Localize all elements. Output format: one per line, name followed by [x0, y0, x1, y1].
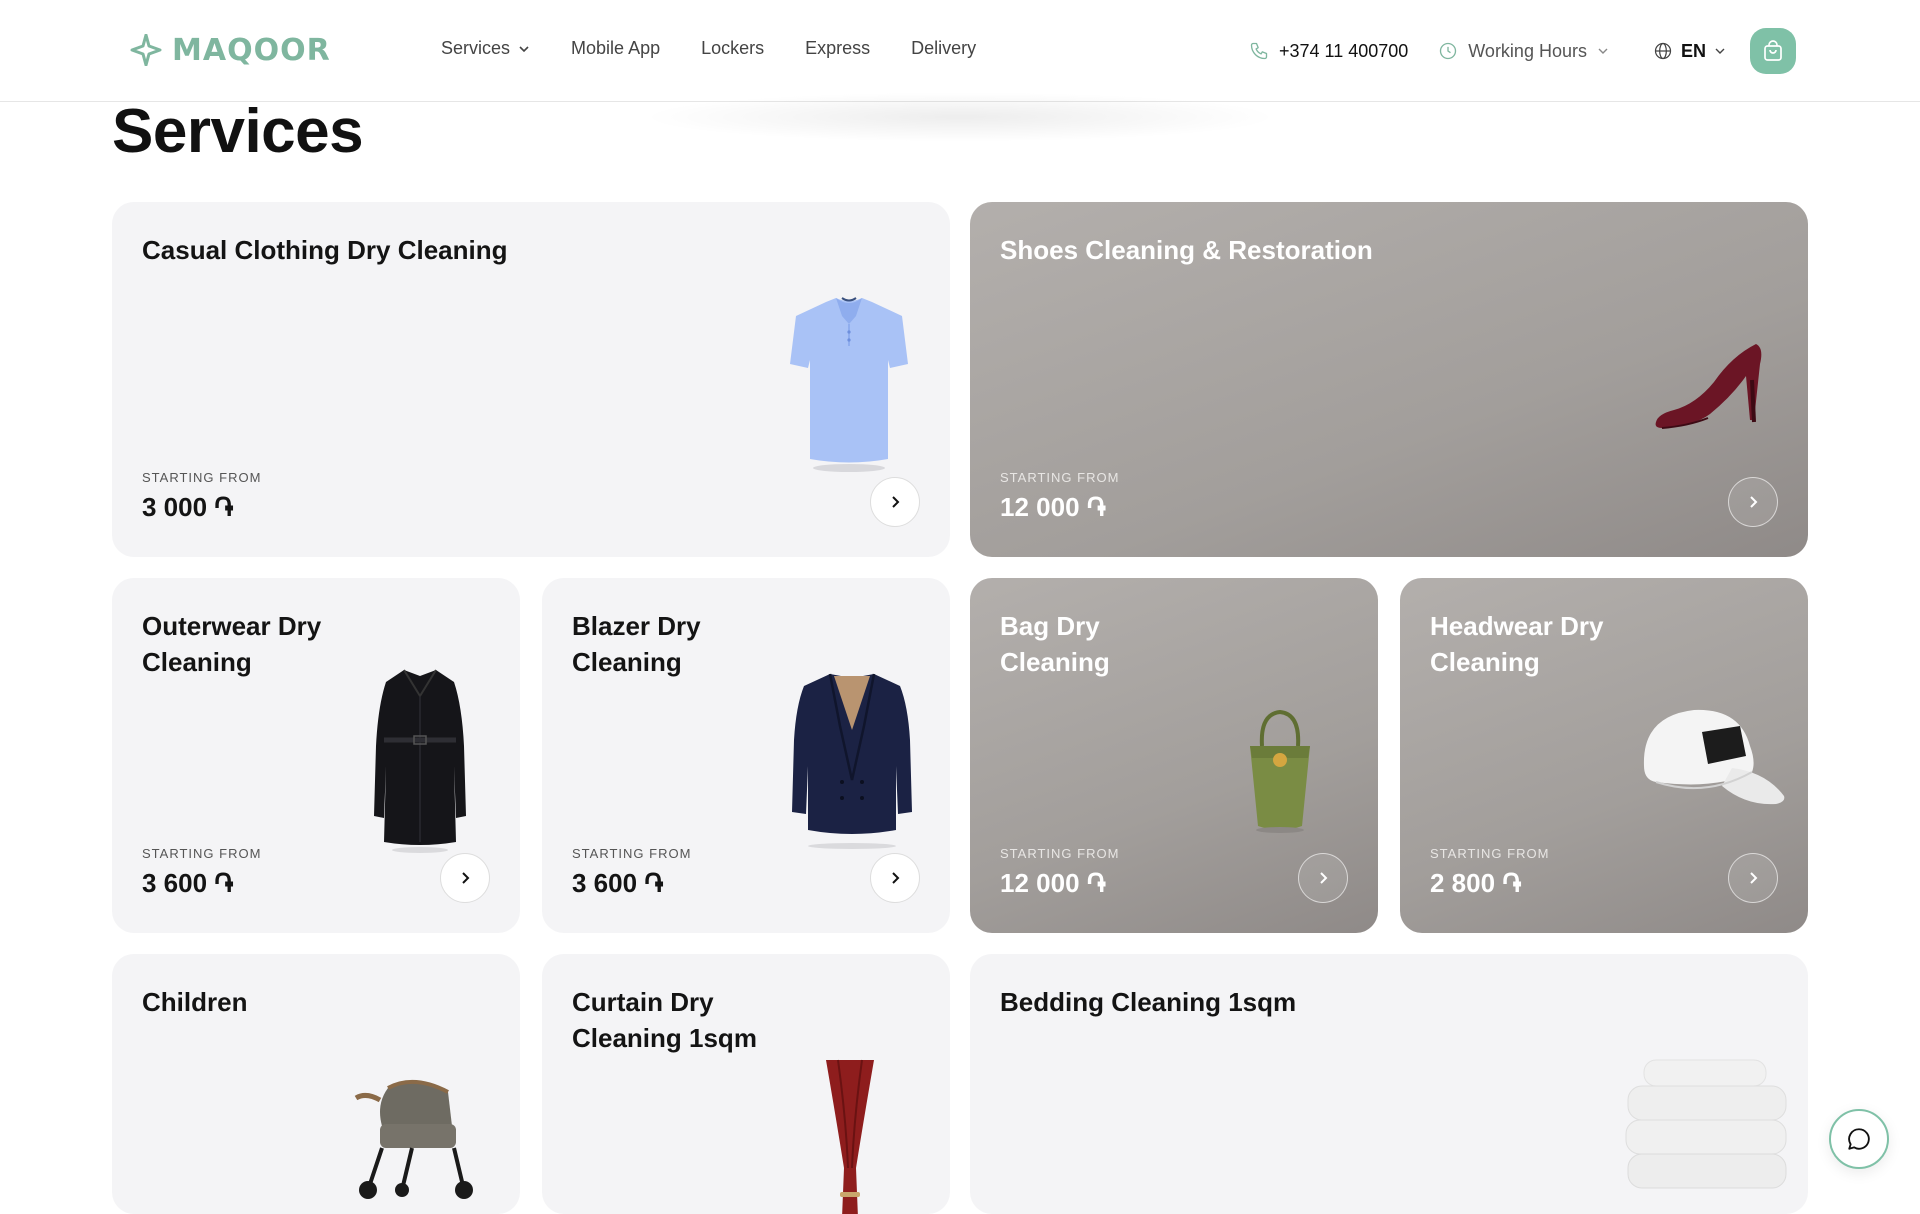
service-card-blazer[interactable]: Blazer Dry Cleaning STARTING FROM 3 600 … [542, 578, 950, 933]
price-label: STARTING FROM [572, 846, 692, 861]
main-nav: Services Mobile App Lockers Express Deli… [441, 38, 1017, 59]
clock-icon [1440, 42, 1457, 60]
nav-services[interactable]: Services [441, 38, 530, 59]
service-card-headwear[interactable]: Headwear Dry Cleaning STARTING FROM 2 80… [1400, 578, 1808, 933]
globe-icon [1654, 42, 1672, 60]
nav-delivery-label: Delivery [911, 38, 977, 58]
bag-icon [1250, 709, 1310, 833]
chevron-right-icon [892, 872, 900, 884]
nav-mobile-app[interactable]: Mobile App [571, 38, 660, 59]
service-price: 2 800 ֏ [1430, 868, 1522, 898]
nav-lockers-label: Lockers [701, 38, 765, 58]
service-card-children[interactable]: Children [112, 954, 520, 1214]
chevron-right-icon [892, 496, 900, 508]
nav-express-label: Express [805, 38, 871, 58]
service-price: 3 000 ֏ [142, 492, 234, 522]
price-label: STARTING FROM [142, 470, 262, 485]
open-service-button[interactable] [440, 853, 490, 903]
curtain-icon [826, 1059, 874, 1214]
service-title: Curtain Dry Cleaning 1sqm [572, 987, 757, 1053]
chevron-down-icon [519, 45, 529, 52]
service-price: 3 600 ֏ [142, 868, 234, 898]
stroller-icon [354, 1079, 473, 1199]
service-price: 3 600 ֏ [572, 868, 664, 898]
service-title: Headwear Dry Cleaning [1430, 611, 1604, 677]
page-title: Services [112, 97, 364, 166]
chevron-down-icon [1715, 48, 1725, 54]
header-contact: +374 11 400700 Working Hours EN [1249, 28, 1796, 74]
chat-bubble-icon [1848, 1128, 1870, 1150]
price-label: STARTING FROM [142, 846, 262, 861]
chevron-down-icon [1598, 48, 1608, 54]
service-title: Children [142, 987, 248, 1017]
open-service-button[interactable] [1728, 477, 1778, 527]
chevron-right-icon [1320, 872, 1328, 884]
nav-services-label: Services [441, 38, 511, 58]
nav-express[interactable]: Express [805, 38, 870, 59]
brand-name: MAQOOR [172, 32, 331, 68]
open-service-button[interactable] [870, 853, 920, 903]
coat-icon [374, 669, 466, 853]
service-card-shoes[interactable]: Shoes Cleaning & Restoration STARTING FR… [970, 202, 1808, 557]
nav-delivery[interactable]: Delivery [911, 38, 976, 59]
towels-icon [1625, 1059, 1787, 1189]
service-title: Outerwear Dry Cleaning [142, 611, 322, 677]
cart-button[interactable] [1750, 28, 1796, 74]
phone-number: +374 11 400700 [1278, 40, 1409, 61]
blazer-icon [792, 673, 912, 849]
service-title: Shoes Cleaning & Restoration [1000, 235, 1373, 265]
chevron-right-icon [1750, 496, 1758, 508]
price-label: STARTING FROM [1000, 846, 1120, 861]
open-service-button[interactable] [870, 477, 920, 527]
polo-shirt-icon [790, 297, 908, 472]
shopping-bag-icon [1764, 40, 1782, 61]
service-title: Casual Clothing Dry Cleaning [142, 235, 508, 265]
brand-logo[interactable]: MAQOOR [130, 30, 331, 70]
price-label: STARTING FROM [1000, 470, 1120, 485]
chat-button[interactable] [1829, 1109, 1889, 1169]
brand-star-icon [130, 34, 162, 66]
service-card-bedding[interactable]: Bedding Cleaning 1sqm [970, 954, 1808, 1214]
site-header: MAQOOR Services Mobile App Lockers Expre… [0, 0, 1920, 142]
service-title: Bedding Cleaning 1sqm [1000, 987, 1297, 1017]
working-hours-dropdown[interactable]: Working Hours [1438, 41, 1609, 62]
high-heel-shoe-icon [1655, 344, 1762, 429]
price-label: STARTING FROM [1430, 846, 1550, 861]
phone-icon [1250, 42, 1268, 60]
open-service-button[interactable] [1728, 853, 1778, 903]
phone-link[interactable]: +374 11 400700 [1249, 41, 1408, 62]
service-title: Bag Dry Cleaning [1000, 611, 1110, 677]
open-service-button[interactable] [1298, 853, 1348, 903]
working-hours-label: Working Hours [1468, 40, 1587, 61]
service-card-outerwear[interactable]: Outerwear Dry Cleaning STARTING FROM 3 6… [112, 578, 520, 933]
cap-icon [1643, 709, 1785, 805]
service-card-bag[interactable]: Bag Dry Cleaning STARTING FROM 12 000 ֏ [970, 578, 1378, 933]
service-card-curtain[interactable]: Curtain Dry Cleaning 1sqm [542, 954, 950, 1214]
language-selector[interactable]: EN [1653, 41, 1726, 62]
nav-mobile-app-label: Mobile App [571, 38, 661, 58]
service-price: 12 000 ֏ [1000, 492, 1106, 522]
service-card-casual-clothing[interactable]: Casual Clothing Dry Cleaning STARTING FR… [112, 202, 950, 557]
chevron-right-icon [1750, 872, 1758, 884]
service-price: 12 000 ֏ [1000, 868, 1106, 898]
service-title: Blazer Dry Cleaning [572, 611, 701, 677]
language-code: EN [1680, 40, 1706, 61]
nav-lockers[interactable]: Lockers [701, 38, 764, 59]
chevron-right-icon [462, 872, 470, 884]
